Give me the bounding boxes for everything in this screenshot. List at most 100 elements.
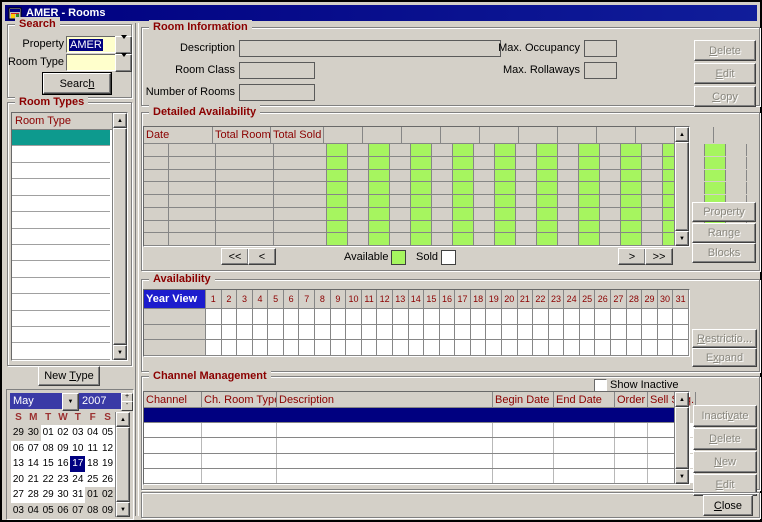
channel-cell[interactable] [493,438,554,452]
sold-cell[interactable] [726,170,747,182]
scroll-up-icon[interactable]: ▲ [675,392,689,407]
detailed-availability-scrollbar[interactable]: ▲▼ [674,127,689,246]
number-of-rooms-field[interactable] [239,84,315,101]
sold-cell[interactable] [558,195,579,207]
sold-cell[interactable] [600,221,621,233]
availability-cell[interactable] [471,340,487,355]
availability-cell[interactable] [642,309,658,324]
sold-cell[interactable] [642,170,663,182]
sold-cell[interactable] [516,144,537,156]
restrictions-button[interactable]: Restrictio... [692,329,757,348]
sold-cell[interactable] [348,170,369,182]
sold-cell[interactable] [348,208,369,220]
sold-cell[interactable] [642,144,663,156]
sold-cell[interactable] [600,182,621,194]
availability-cell[interactable] [564,325,580,340]
sold-cell[interactable] [474,157,495,169]
calendar-date-cell[interactable]: 27 [11,487,26,503]
availability-cell[interactable] [268,325,284,340]
available-cell[interactable] [453,221,474,233]
total-sold-cell[interactable] [274,182,327,194]
calendar-date-cell[interactable]: 24 [70,472,85,488]
scroll-down-icon[interactable]: ▼ [113,345,127,360]
channel-row[interactable] [144,438,689,453]
channel-cell[interactable] [144,423,202,437]
year-view-row-label[interactable] [144,340,206,355]
calendar-date-cell[interactable]: 30 [26,425,41,441]
available-cell[interactable] [453,144,474,156]
property-input[interactable]: AMER [66,36,120,53]
sold-cell[interactable] [600,157,621,169]
calendar-date-cell[interactable]: 09 [100,503,115,519]
available-cell[interactable] [579,195,600,207]
sold-cell[interactable] [516,170,537,182]
available-cell[interactable] [495,221,516,233]
availability-cell[interactable] [611,309,627,324]
availability-cell[interactable] [284,340,300,355]
channel-row[interactable] [144,454,689,469]
year-view-row-label[interactable] [144,325,206,340]
availability-cell[interactable] [253,340,269,355]
available-cell[interactable] [453,182,474,194]
availability-cell[interactable] [331,309,347,324]
sold-cell[interactable] [432,233,453,245]
available-cell[interactable] [495,144,516,156]
available-cell[interactable] [411,221,432,233]
available-cell[interactable] [537,195,558,207]
available-cell[interactable] [327,233,348,245]
calendar-date-cell[interactable]: 03 [11,503,26,519]
date-cell[interactable] [169,195,216,207]
availability-cell[interactable] [299,325,315,340]
available-cell[interactable] [369,157,390,169]
scrollbar-thumb[interactable] [113,128,127,345]
available-cell[interactable] [621,170,642,182]
channel-row[interactable] [144,469,689,484]
available-cell[interactable] [369,170,390,182]
available-cell[interactable] [537,208,558,220]
sold-cell[interactable] [558,170,579,182]
channel-cell[interactable] [277,438,493,452]
date-cell[interactable] [169,233,216,245]
available-cell[interactable] [369,233,390,245]
scrollbar-thumb[interactable] [675,407,689,469]
scroll-down-icon[interactable]: ▼ [675,231,689,246]
available-cell[interactable] [369,182,390,194]
available-cell[interactable] [537,170,558,182]
calendar-date-cell[interactable]: 11 [85,441,100,457]
sold-cell[interactable] [600,144,621,156]
sold-cell[interactable] [516,221,537,233]
availability-cell[interactable] [518,325,534,340]
calendar-date-cell[interactable]: 02 [100,487,115,503]
availability-cell[interactable] [222,325,238,340]
availability-cell[interactable] [346,309,362,324]
room-type-row[interactable] [12,196,110,212]
sold-cell[interactable] [516,182,537,194]
sold-cell[interactable] [390,195,411,207]
delete-channel-button[interactable]: Delete [693,428,757,450]
availability-cell[interactable] [673,340,689,355]
availability-cell[interactable] [673,309,689,324]
available-cell[interactable] [579,233,600,245]
sold-cell[interactable] [390,208,411,220]
room-type-row[interactable] [12,146,110,162]
date-day-cell[interactable] [144,195,169,207]
calendar-month-dropdown-button[interactable]: ▼ [62,393,79,411]
available-cell[interactable] [495,208,516,220]
calendar-date-cell[interactable]: 05 [41,503,56,519]
availability-cell[interactable] [206,340,222,355]
calendar-date-cell[interactable]: 08 [85,503,100,519]
page-prev-button[interactable]: < [248,248,276,265]
calendar-date-cell[interactable]: 19 [100,456,115,472]
scroll-down-icon[interactable]: ▼ [116,502,130,517]
availability-cell[interactable] [424,309,440,324]
total-room-cell[interactable] [216,233,274,245]
date-cell[interactable] [169,157,216,169]
availability-cell[interactable] [533,340,549,355]
available-cell[interactable] [411,208,432,220]
availability-cell[interactable] [595,340,611,355]
sold-cell[interactable] [642,208,663,220]
availability-cell[interactable] [549,309,565,324]
sold-cell[interactable] [558,182,579,194]
calendar-year-field[interactable]: 2007 [79,393,125,409]
availability-cell[interactable] [627,309,643,324]
